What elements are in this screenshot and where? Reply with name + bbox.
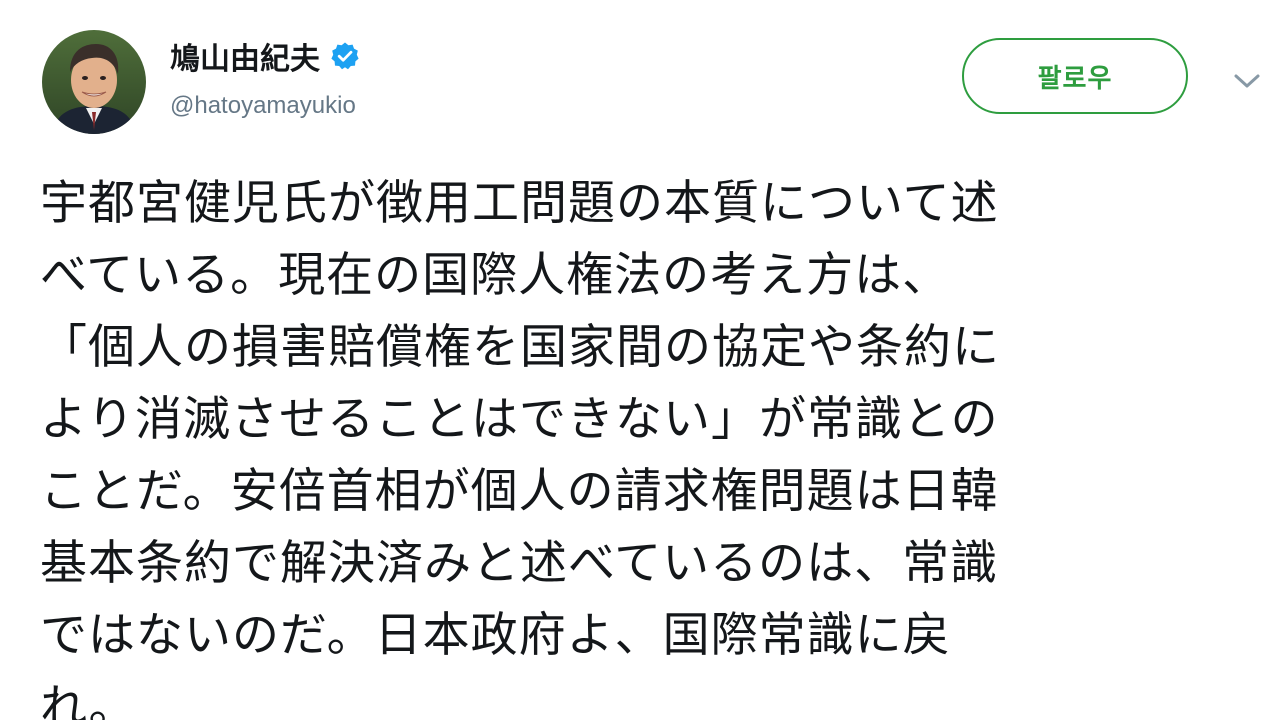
tweet-line: べている。現在の国際人権法の考え方は、 <box>40 248 951 303</box>
follow-button[interactable]: 팔로우 <box>962 38 1188 114</box>
profile-photo-icon <box>42 30 146 134</box>
user-handle[interactable]: @hatoyamayukio <box>170 92 356 120</box>
chevron-down-icon[interactable] <box>1232 70 1262 92</box>
verified-badge-icon <box>330 41 360 71</box>
tweet-line: れ。 <box>40 680 137 720</box>
tweet-card: 鳩山由紀夫 @hatoyamayukio 팔로우 宇都宮健児氏が徴用工問題の本質… <box>0 0 1280 720</box>
tweet-line: より消滅させることはできない」が常識との <box>40 392 999 447</box>
tweet-line: 基本条約で解決済みと述べているのは、常識 <box>40 536 999 591</box>
tweet-line: 「個人の損害賠償権を国家間の協定や条約に <box>40 320 1000 375</box>
tweet-line: ことだ。安倍首相が個人の請求権問題は日韓 <box>40 464 999 519</box>
avatar[interactable] <box>42 30 146 134</box>
tweet-text: 宇都宮健児氏が徴用工問題の本質について述 べている。現在の国際人権法の考え方は、… <box>40 168 1240 720</box>
tweet-line: ではないのだ。日本政府よ、国際常識に戻 <box>40 608 951 663</box>
tweet-line: 宇都宮健児氏が徴用工問題の本質について述 <box>40 176 999 231</box>
name-row: 鳩山由紀夫 <box>170 34 360 78</box>
display-name[interactable]: 鳩山由紀夫 <box>170 34 320 78</box>
